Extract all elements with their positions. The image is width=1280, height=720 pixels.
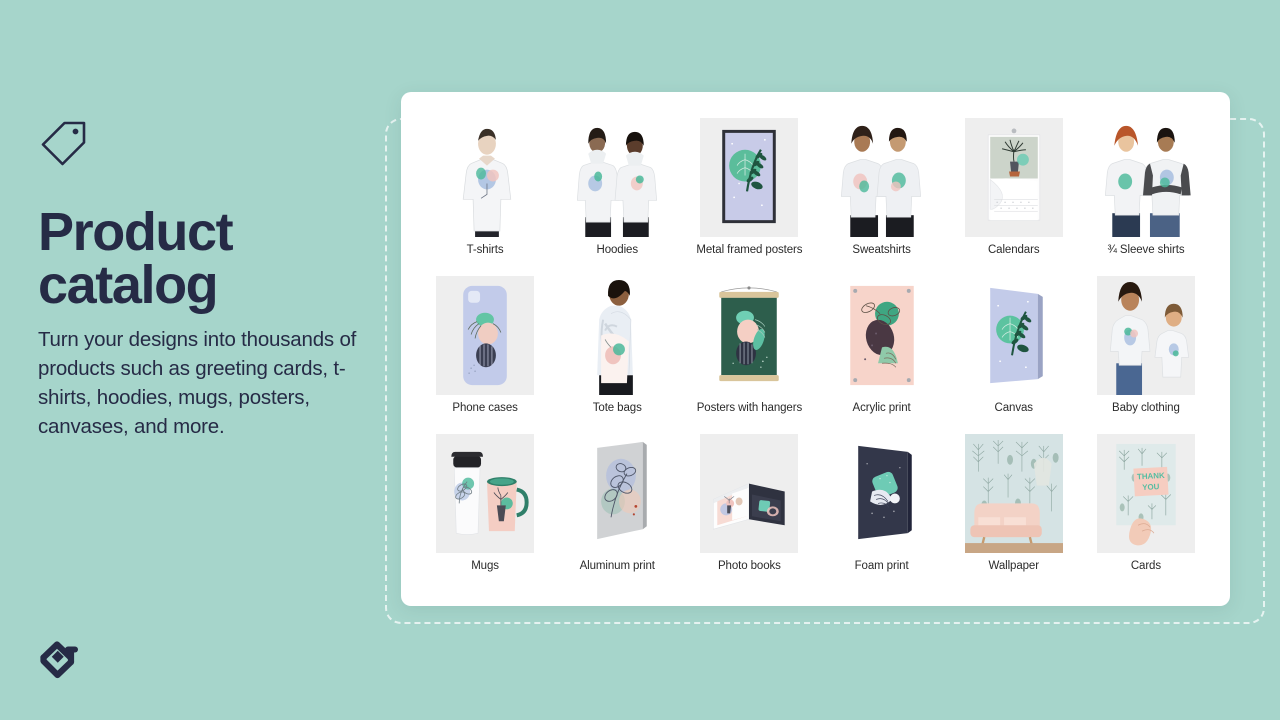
product-label: Wallpaper: [988, 560, 1040, 572]
printify-logo-icon: [38, 638, 82, 682]
headline-line-1: Product: [38, 202, 234, 262]
tshirt-model-photo[interactable]: [436, 118, 535, 237]
product-cell[interactable]: Baby clothing: [1080, 276, 1212, 434]
product-label: ¾ Sleeve shirts: [1107, 244, 1185, 256]
svg-text:YOU: YOU: [1142, 482, 1160, 492]
product-label: Posters with hangers: [696, 402, 803, 414]
product-label: Hoodies: [596, 244, 638, 256]
headline-line-2: catalog: [38, 254, 219, 315]
product-label: Calendars: [987, 244, 1040, 256]
product-catalog-card: T-shirts Hoodies Metal framed posters Sw…: [401, 92, 1230, 606]
acrylic-print-photo[interactable]: [832, 276, 931, 395]
product-cell[interactable]: T-shirts: [419, 118, 551, 276]
product-label: Acrylic print: [852, 402, 911, 414]
kids-clothing-photo[interactable]: [1096, 276, 1195, 395]
phone-case-photo[interactable]: [436, 276, 535, 395]
photo-book-photo[interactable]: [700, 434, 799, 553]
canvas-print-photo[interactable]: [964, 276, 1063, 395]
product-cell[interactable]: Mugs: [419, 434, 551, 592]
product-cell[interactable]: Sweatshirts: [816, 118, 948, 276]
product-cell[interactable]: Posters with hangers: [683, 276, 815, 434]
hoodie-models-photo[interactable]: [568, 118, 667, 237]
product-cell[interactable]: Aluminum print: [551, 434, 683, 592]
product-cell[interactable]: Acrylic print: [816, 276, 948, 434]
product-label: Mugs: [471, 560, 499, 572]
framed-poster-photo[interactable]: [700, 118, 799, 237]
product-cell[interactable]: Photo books: [683, 434, 815, 592]
product-cell[interactable]: Metal framed posters: [683, 118, 815, 276]
hanger-poster-photo[interactable]: [700, 276, 799, 395]
product-cell[interactable]: Canvas: [948, 276, 1080, 434]
product-cell[interactable]: Phone cases: [419, 276, 551, 434]
wall-calendar-photo[interactable]: [964, 118, 1063, 237]
product-label: Metal framed posters: [696, 244, 803, 256]
product-label: Tote bags: [592, 402, 642, 414]
product-label: Aluminum print: [579, 560, 655, 572]
price-tag-icon: [38, 118, 90, 170]
greeting-card-photo[interactable]: THANK YOU: [1096, 434, 1195, 553]
sweatshirt-models-photo[interactable]: [832, 118, 931, 237]
slide-canvas: Product catalog Turn your designs into t…: [0, 0, 1280, 720]
page-title: Product catalog: [38, 202, 368, 315]
product-label: Baby clothing: [1112, 402, 1180, 414]
product-cell[interactable]: Foam print: [816, 434, 948, 592]
product-label: Photo books: [717, 560, 781, 572]
product-label: Canvas: [994, 402, 1034, 414]
product-label: T-shirts: [466, 244, 504, 256]
product-cell[interactable]: ¾ Sleeve shirts: [1080, 118, 1212, 276]
product-label: Sweatshirts: [852, 244, 911, 256]
product-label: Foam print: [854, 560, 909, 572]
svg-text:THANK: THANK: [1137, 471, 1165, 481]
raglan-models-photo[interactable]: [1096, 118, 1195, 237]
wallpaper-room-photo[interactable]: [964, 434, 1063, 553]
mugs-photo[interactable]: [436, 434, 535, 553]
product-label: Cards: [1130, 560, 1161, 572]
product-grid: T-shirts Hoodies Metal framed posters Sw…: [419, 118, 1212, 592]
product-cell[interactable]: Wallpaper: [948, 434, 1080, 592]
page-subcopy: Turn your designs into thousands of prod…: [38, 328, 357, 438]
aluminum-print-photo[interactable]: [568, 434, 667, 553]
product-cell[interactable]: Calendars: [948, 118, 1080, 276]
left-intro-panel: Product catalog Turn your designs into t…: [0, 0, 400, 720]
product-cell[interactable]: Hoodies: [551, 118, 683, 276]
tote-bag-model-photo[interactable]: [568, 276, 667, 395]
product-label: Phone cases: [452, 402, 518, 414]
foam-print-photo[interactable]: [832, 434, 931, 553]
product-cell[interactable]: Tote bags: [551, 276, 683, 434]
product-cell[interactable]: THANK YOU Cards: [1080, 434, 1212, 592]
